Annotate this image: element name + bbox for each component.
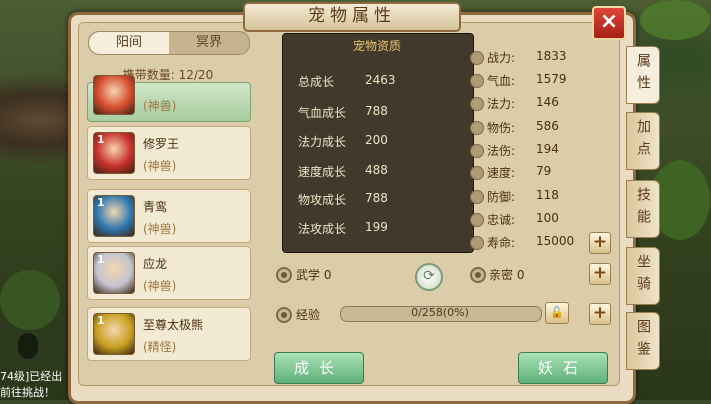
quality-value: 488 xyxy=(365,163,388,177)
pet-name: 修罗王 xyxy=(143,137,180,151)
quality-label: 总成长 xyxy=(298,75,335,89)
quality-label: 速度成长 xyxy=(298,165,347,179)
stat-label: 物伤: xyxy=(487,121,516,135)
side-tab[interactable]: 加点 xyxy=(626,112,660,170)
intimacy-plus-button[interactable]: + xyxy=(589,263,611,285)
stat-value: 194 xyxy=(536,142,559,156)
demon-stone-button[interactable]: 妖石 xyxy=(518,352,608,384)
lock-icon[interactable]: 🔓 xyxy=(545,302,569,324)
pet-avatar: 1 xyxy=(93,252,135,294)
stat-value: 100 xyxy=(536,211,559,225)
close-button[interactable]: × xyxy=(592,6,626,40)
quality-value: 788 xyxy=(365,191,388,205)
refresh-icon[interactable]: ⟳ xyxy=(415,263,443,291)
quality-label: 气血成长 xyxy=(298,106,347,120)
stat-icon xyxy=(470,51,484,65)
side-tab[interactable]: 坐骑 xyxy=(626,247,660,305)
panel-title: 宠物属性 xyxy=(243,2,461,32)
quality-label: 法力成长 xyxy=(298,135,347,149)
quality-value: 200 xyxy=(365,133,388,147)
pet-card[interactable]: (神兽) xyxy=(87,75,251,122)
pet-level: 1 xyxy=(97,314,105,327)
quality-value: 788 xyxy=(365,104,388,118)
quality-label: 物攻成长 xyxy=(298,193,347,207)
pet-card[interactable]: 1 应龙 (神兽) xyxy=(87,246,251,300)
stat-icon xyxy=(470,213,484,227)
stat-icon xyxy=(470,121,484,135)
chat-line: 前往挑战！ xyxy=(0,386,55,399)
stat-label: 忠诚: xyxy=(487,213,516,227)
stat-value: 1833 xyxy=(536,49,567,63)
quality-value: 199 xyxy=(365,220,388,234)
stat-icon xyxy=(470,97,484,111)
pet-avatar: 1 xyxy=(93,195,135,237)
pet-card[interactable]: 1 青鸾 (神兽) xyxy=(87,189,251,243)
lifespan-plus-button[interactable]: + xyxy=(589,232,611,254)
pet-level: 1 xyxy=(97,196,105,209)
pet-type: (神兽) xyxy=(143,159,177,173)
pet-type: (神兽) xyxy=(143,279,177,293)
pet-type: (精怪) xyxy=(143,340,177,354)
exp-label: 经验 xyxy=(296,308,321,322)
stat-label: 寿命: xyxy=(487,236,516,250)
pet-card[interactable]: 1 至尊太极熊 (精怪) xyxy=(87,307,251,361)
pet-level: 1 xyxy=(97,133,105,146)
tab-yang[interactable]: 阳间 xyxy=(89,32,169,54)
stat-icon xyxy=(470,236,484,250)
pet-avatar xyxy=(93,75,135,115)
stat-label: 防御: xyxy=(487,190,516,204)
martial-icon xyxy=(276,267,292,283)
pet-level: 1 xyxy=(97,253,105,266)
intimacy-icon xyxy=(470,267,486,283)
side-tab[interactable]: 技能 xyxy=(626,180,660,238)
pet-name: 至尊太极熊 xyxy=(143,318,204,332)
exp-text: 0/258(0%) xyxy=(411,306,469,319)
pet-name: 青鸾 xyxy=(143,200,168,214)
world-tab-group: 阳间 冥界 xyxy=(88,31,250,55)
pet-type: (神兽) xyxy=(143,222,177,236)
stat-value: 79 xyxy=(536,164,552,178)
pet-name: 应龙 xyxy=(143,257,168,271)
chat-line: 74级]已经出 xyxy=(0,370,63,383)
pet-avatar: 1 xyxy=(93,132,135,174)
pet-type: (神兽) xyxy=(143,99,177,113)
voice-mic-icon[interactable] xyxy=(18,333,38,359)
quality-title: 宠物资质 xyxy=(352,39,401,53)
pet-card[interactable]: 1 修罗王 (神兽) xyxy=(87,126,251,180)
stat-label: 法伤: xyxy=(487,144,516,158)
stat-label: 气血: xyxy=(487,74,516,88)
foliage xyxy=(0,270,60,330)
exp-icon xyxy=(276,307,292,323)
stat-icon xyxy=(470,74,484,88)
stat-value: 586 xyxy=(536,119,559,133)
stat-value: 15000 xyxy=(536,234,575,248)
stat-icon xyxy=(470,166,484,180)
side-tab[interactable]: 图鉴 xyxy=(626,312,660,370)
side-tab[interactable]: 属性 xyxy=(626,46,660,104)
tab-ming[interactable]: 冥界 xyxy=(169,32,249,54)
exp-plus-button[interactable]: + xyxy=(589,303,611,325)
quality-value: 2463 xyxy=(365,73,396,87)
stat-label: 法力: xyxy=(487,97,516,111)
stat-label: 速度: xyxy=(487,166,516,180)
stat-value: 1579 xyxy=(536,72,567,86)
intimacy-label: 亲密 0 xyxy=(489,268,525,282)
martial-label: 武学 0 xyxy=(296,268,332,282)
grow-button[interactable]: 成长 xyxy=(274,352,364,384)
stat-label: 战力: xyxy=(487,51,516,65)
foliage xyxy=(640,0,710,40)
stat-icon xyxy=(470,144,484,158)
stat-value: 118 xyxy=(536,188,559,202)
pet-avatar: 1 xyxy=(93,313,135,355)
quality-label: 法攻成长 xyxy=(298,222,347,236)
stat-icon xyxy=(470,190,484,204)
stat-value: 146 xyxy=(536,95,559,109)
